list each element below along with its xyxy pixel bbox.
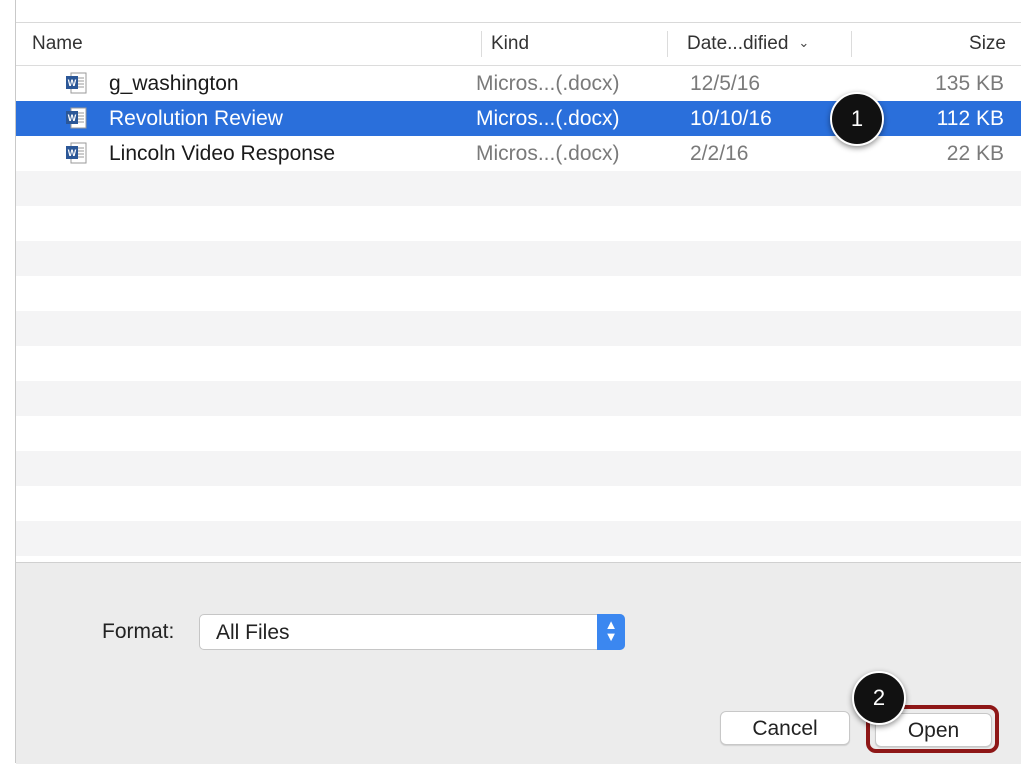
- file-name: g_washington: [109, 72, 239, 95]
- file-name: Lincoln Video Response: [109, 142, 336, 165]
- step-1-callout: 1: [830, 92, 884, 146]
- column-divider[interactable]: [667, 31, 668, 57]
- empty-row: [16, 241, 1021, 276]
- column-header-size[interactable]: Size: [969, 23, 1006, 65]
- word-document-icon: W: [66, 107, 87, 129]
- file-name: Revolution Review: [109, 107, 283, 130]
- chevron-down-icon: ⌄: [798, 35, 810, 50]
- file-date: 12/5/16: [690, 72, 761, 95]
- file-date: 2/2/16: [690, 142, 749, 165]
- svg-text:W: W: [68, 113, 77, 123]
- empty-row: [16, 381, 1021, 416]
- format-label: Format:: [102, 620, 175, 643]
- empty-row: [16, 521, 1021, 556]
- file-kind: Micros...(.docx): [476, 72, 620, 95]
- empty-row: [16, 416, 1021, 451]
- empty-row: [16, 346, 1021, 381]
- column-divider[interactable]: [851, 31, 852, 57]
- svg-text:W: W: [68, 148, 77, 158]
- step-2-callout: 2: [852, 671, 906, 725]
- empty-row: [16, 486, 1021, 521]
- empty-row: [16, 206, 1021, 241]
- dialog-top-area: [16, 0, 1021, 22]
- column-header-kind[interactable]: Kind: [491, 23, 529, 65]
- cancel-button[interactable]: Cancel: [720, 711, 850, 745]
- column-divider[interactable]: [481, 31, 482, 57]
- svg-text:W: W: [68, 78, 77, 88]
- file-kind: Micros...(.docx): [476, 142, 620, 165]
- column-header-name[interactable]: Name: [32, 23, 83, 65]
- word-document-icon: W: [66, 72, 87, 94]
- empty-row: [16, 276, 1021, 311]
- empty-row: [16, 311, 1021, 346]
- word-document-icon: W: [66, 142, 87, 164]
- file-size: 135 KB: [935, 72, 1004, 95]
- chevron-down-icon: ▼: [604, 629, 618, 644]
- file-size: 22 KB: [946, 142, 1004, 165]
- format-selected-value: All Files: [216, 621, 290, 644]
- file-list-header: Name Kind Date...dified ⌄ Size: [16, 23, 1021, 66]
- file-date: 10/10/16: [690, 107, 772, 130]
- column-header-date-label: Date...dified: [687, 33, 789, 54]
- empty-row: [16, 171, 1021, 206]
- column-header-date-modified[interactable]: Date...dified ⌄: [687, 23, 809, 65]
- file-kind: Micros...(.docx): [476, 107, 620, 130]
- empty-row: [16, 451, 1021, 486]
- format-select[interactable]: All Files ▲ ▼: [199, 614, 625, 650]
- select-stepper-icon[interactable]: ▲ ▼: [597, 614, 625, 650]
- file-size: 112 KB: [936, 107, 1004, 130]
